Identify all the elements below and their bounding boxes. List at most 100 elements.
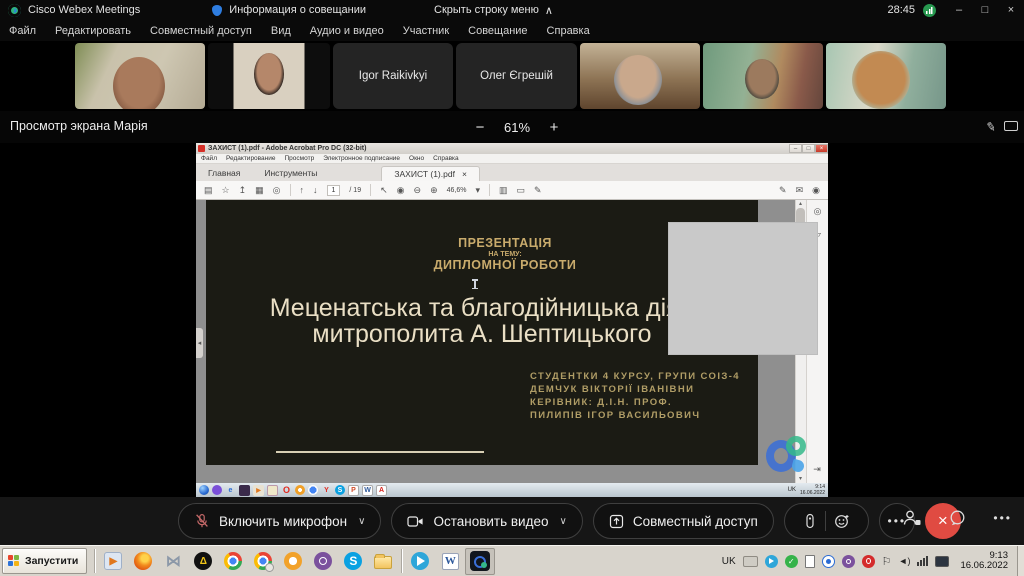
chat-icon[interactable] — [948, 509, 967, 527]
unmute-button[interactable]: Включить микрофон ∨ — [178, 503, 381, 539]
telegram-icon[interactable] — [405, 548, 435, 575]
participant-video-2[interactable] — [208, 43, 330, 109]
keyboard-icon[interactable] — [743, 556, 758, 567]
inner-clock[interactable]: 9:14 16.06.2022 — [800, 484, 825, 496]
language-indicator[interactable]: UK — [722, 556, 736, 567]
inner-app-icon[interactable] — [239, 485, 250, 496]
webex-taskbar-icon[interactable] — [465, 548, 495, 575]
menu-view[interactable]: Вид — [271, 25, 291, 37]
tab-close-icon[interactable]: × — [462, 169, 467, 179]
kmplayer-icon[interactable]: ⋈ — [158, 548, 188, 575]
media-player-icon[interactable]: ▶ — [98, 548, 128, 575]
annotate-icon[interactable]: ✎ — [985, 119, 997, 135]
word-icon[interactable]: W — [435, 548, 465, 575]
aimp-icon[interactable]: Δ — [188, 548, 218, 575]
tab-tools[interactable]: Инструменты — [252, 165, 329, 181]
inner-app-icon[interactable] — [212, 485, 222, 495]
zoom-value[interactable]: 46,6% — [447, 187, 467, 194]
inner-app-icon[interactable] — [295, 485, 305, 495]
maximize-button[interactable]: □ — [972, 0, 998, 20]
hide-menu-toggle[interactable]: Скрыть строку меню ∧ — [434, 4, 553, 17]
inner-language-indicator[interactable]: UK — [788, 487, 796, 493]
zoom-out-button[interactable]: − — [470, 117, 490, 137]
page-number-input[interactable]: 1 — [327, 185, 341, 196]
inner-player-icon[interactable]: ▶ — [253, 485, 264, 496]
menu-participant[interactable]: Участник — [403, 25, 449, 37]
stop-video-button[interactable]: Остановить видео ∨ — [391, 503, 582, 539]
record-button[interactable] — [795, 513, 825, 529]
menu-share[interactable]: Совместный доступ — [150, 25, 252, 37]
more-panels-icon[interactable]: ••• — [993, 511, 1012, 525]
menu-edit[interactable]: Редактировать — [55, 25, 131, 37]
page-display-icon[interactable]: ▥ — [499, 185, 508, 196]
chrome-profile-icon[interactable] — [248, 548, 278, 575]
search-icon[interactable]: ◎ — [273, 185, 281, 196]
inner-chrome-icon[interactable] — [308, 485, 318, 495]
mic-chevron-icon[interactable]: ∨ — [358, 516, 365, 527]
tray-display-icon[interactable] — [935, 556, 949, 567]
tab-document[interactable]: ЗАХИСТ (1).pdf × — [381, 166, 480, 181]
save-icon[interactable]: ▤ — [204, 185, 213, 196]
meeting-info-link[interactable]: Информация о совещании — [229, 4, 366, 16]
tray-eye-icon[interactable] — [822, 555, 835, 568]
show-desktop-button[interactable] — [1017, 546, 1024, 576]
page-up-icon[interactable]: ↑ — [300, 185, 305, 195]
acrobat-close-button[interactable]: × — [815, 144, 828, 153]
minimize-button[interactable]: – — [946, 0, 972, 20]
acrobat-maximize-button[interactable]: □ — [802, 144, 815, 153]
nav-pane-toggle[interactable]: ◂ — [196, 328, 203, 358]
zoom-out-icon[interactable]: ⊖ — [414, 185, 422, 196]
participant-tile-named-1[interactable]: Igor Raikivkyi — [333, 43, 453, 109]
tray-telegram-icon[interactable] — [765, 555, 778, 568]
zoom-caret-icon[interactable]: ▾ — [475, 185, 480, 196]
upload-icon[interactable]: ↥ — [239, 185, 247, 196]
file-explorer-icon[interactable] — [368, 548, 398, 575]
acrobat-menu-esign[interactable]: Электронное подписание — [323, 155, 400, 162]
chrome-icon[interactable] — [218, 548, 248, 575]
scroll-up-icon[interactable]: ▴ — [795, 200, 806, 208]
inner-yandex-icon[interactable]: Y — [321, 485, 332, 496]
tray-antivirus-icon[interactable]: ✓ — [785, 555, 798, 568]
participants-icon[interactable] — [902, 509, 922, 527]
acrobat-minimize-button[interactable]: – — [789, 144, 802, 153]
network-icon[interactable] — [917, 556, 928, 566]
inner-powerpoint-icon[interactable]: P — [348, 485, 359, 496]
mail-icon[interactable]: ✉ — [796, 185, 804, 196]
acrobat-menu-view[interactable]: Просмотр — [285, 155, 315, 162]
inner-folder-icon[interactable] — [267, 485, 278, 496]
signature-icon[interactable]: ✎ — [779, 185, 787, 196]
acrobat-menu-edit[interactable]: Редактирование — [226, 155, 276, 162]
action-center-flag-icon[interactable]: ⚐ — [882, 555, 892, 568]
inner-acrobat-icon[interactable]: A — [376, 485, 387, 496]
close-button[interactable]: × — [998, 0, 1024, 20]
menu-meeting[interactable]: Совещание — [468, 25, 527, 37]
inner-opera-icon[interactable]: O — [281, 485, 292, 496]
participant-video-5[interactable] — [826, 43, 946, 109]
select-tool-icon[interactable]: ↖ — [380, 185, 388, 196]
jdownloader-icon[interactable] — [278, 548, 308, 575]
zoom-in-button[interactable]: + — [544, 117, 564, 137]
connection-quality-icon[interactable] — [923, 4, 936, 17]
firefox-icon[interactable] — [128, 548, 158, 575]
acrobat-menu-window[interactable]: Окно — [409, 155, 424, 162]
viber-icon[interactable] — [308, 548, 338, 575]
marquee-zoom-icon[interactable]: ◎ — [814, 206, 822, 217]
share-content-button[interactable]: Совместный доступ — [593, 503, 774, 539]
participant-video-3[interactable] — [580, 43, 700, 109]
menu-help[interactable]: Справка — [547, 25, 590, 37]
participant-tile-named-2[interactable]: Олег Єгрешій — [456, 43, 577, 109]
hand-tool-icon[interactable]: ◉ — [397, 185, 405, 196]
page-down-icon[interactable]: ↓ — [313, 185, 318, 195]
start-button[interactable]: Запустити — [2, 548, 87, 574]
menu-audio-video[interactable]: Аудио и видео — [310, 25, 384, 37]
video-chevron-icon[interactable]: ∨ — [560, 516, 567, 527]
tab-home[interactable]: Главная — [196, 165, 252, 181]
tray-opera-icon[interactable] — [862, 555, 875, 568]
participant-video-4[interactable] — [703, 43, 823, 109]
menu-file[interactable]: Файл — [9, 25, 36, 37]
skype-icon[interactable]: S — [338, 548, 368, 575]
taskbar-clock[interactable]: 9:13 16.06.2022 — [960, 551, 1008, 572]
acrobat-menu-help[interactable]: Справка — [433, 155, 459, 162]
inner-word-icon[interactable]: W — [362, 485, 373, 496]
reactions-button[interactable] — [826, 513, 858, 529]
